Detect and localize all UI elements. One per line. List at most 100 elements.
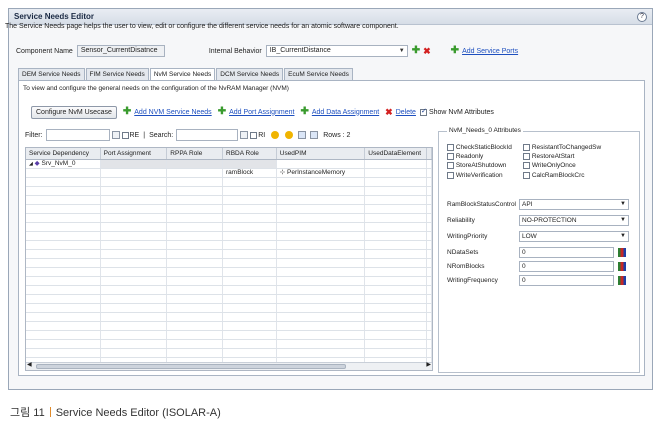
- behavior-value: IB_CurrentDistance: [269, 47, 331, 54]
- nvm-toolbar: Configure NvM Usecase ✚ Add NVM Service …: [31, 105, 494, 119]
- service-dependency-cell: ◢ ◆ Srv_NvM_0: [26, 160, 101, 168]
- empty-row: [26, 259, 432, 268]
- service-tabs: DEM Service Needs FIM Service Needs NvM …: [18, 68, 354, 81]
- filter-input[interactable]: [45, 129, 110, 141]
- attribute-checkboxes: CheckStaticBlockId ResistantToChangedSw …: [447, 144, 637, 179]
- reliability-label: Reliability: [447, 216, 475, 224]
- add-service-ports-link[interactable]: Add Service Ports: [462, 48, 518, 55]
- column-header[interactable]: RBDA Role: [223, 148, 277, 159]
- variable-icon[interactable]: [618, 275, 626, 285]
- scroll-right-icon[interactable]: ▶: [426, 361, 431, 368]
- table-cell: [277, 160, 366, 168]
- empty-row: [26, 331, 432, 340]
- column-header[interactable]: UsedPIM: [277, 148, 366, 159]
- expand-icon[interactable]: [298, 131, 307, 139]
- delete-icon: ✖: [385, 107, 393, 117]
- table-cell: [167, 169, 224, 177]
- re-checkbox[interactable]: [121, 131, 129, 139]
- horizontal-scrollbar[interactable]: ◀ ▶: [26, 362, 432, 370]
- n-data-sets-row: NDataSets 0: [447, 246, 637, 258]
- variable-icon[interactable]: [618, 261, 626, 271]
- tab-ecum[interactable]: EcuM Service Needs: [284, 68, 353, 80]
- attr-readonly[interactable]: Readonly: [447, 153, 523, 160]
- empty-row: [26, 214, 432, 223]
- window-title: Service Needs Editor: [14, 12, 95, 21]
- scroll-left-icon[interactable]: ◀: [27, 361, 32, 368]
- ram-block-status-label: RamBlockStatusControl: [447, 200, 516, 208]
- separator: |: [143, 131, 146, 139]
- attr-check-static-block-id[interactable]: CheckStaticBlockId: [447, 144, 523, 151]
- component-name-field[interactable]: Sensor_CurrentDisatnce: [76, 45, 165, 57]
- arrow-up-icon[interactable]: [271, 131, 280, 139]
- empty-row: [26, 187, 432, 196]
- tab-dcm[interactable]: DCM Service Needs: [216, 68, 284, 80]
- n-rom-blocks-row: NRomBlocks 0: [447, 260, 637, 272]
- help-icon[interactable]: ?: [637, 11, 647, 22]
- empty-row: [26, 322, 432, 331]
- search-label: Search:: [149, 131, 174, 139]
- empty-row: [26, 223, 432, 232]
- search-input[interactable]: [176, 129, 239, 141]
- table-cell: [26, 169, 101, 177]
- reliability-select[interactable]: NO-PROTECTION ▼: [519, 214, 629, 226]
- table-row[interactable]: ◢ ◆ Srv_NvM_0: [26, 160, 432, 169]
- writing-priority-label: WritingPriority: [447, 232, 488, 240]
- ram-block-status-select[interactable]: API ▼: [519, 198, 629, 210]
- add-port-icon: ✚: [217, 106, 227, 117]
- rows-count: Rows : 2: [323, 131, 351, 139]
- attr-write-only-once[interactable]: WriteOnlyOnce: [523, 162, 623, 170]
- attributes-title: NvM_Needs_0 Attributes: [447, 127, 523, 134]
- delete-behavior-icon[interactable]: ✖: [423, 46, 431, 56]
- ri-label: RI: [258, 131, 266, 139]
- behavior-label: Internal Behavior: [208, 47, 262, 55]
- writing-priority-select[interactable]: LOW ▼: [519, 230, 629, 242]
- table-cell: [167, 160, 224, 168]
- collapse-icon[interactable]: [310, 131, 319, 139]
- n-rom-blocks-label: NRomBlocks: [447, 262, 485, 270]
- ri-checkbox[interactable]: [250, 131, 258, 139]
- behavior-select[interactable]: IB_CurrentDistance ▼: [265, 45, 408, 57]
- empty-row: [26, 295, 432, 304]
- writing-priority-row: WritingPriority LOW ▼: [447, 230, 637, 242]
- writing-frequency-label: WritingFrequency: [447, 276, 498, 284]
- show-attributes-checkbox[interactable]: [419, 107, 427, 116]
- tab-fim[interactable]: FIM Service Needs: [85, 68, 149, 80]
- delete-link[interactable]: Delete: [396, 109, 416, 116]
- attributes-group: NvM_Needs_0 Attributes CheckStaticBlockI…: [438, 127, 640, 373]
- writing-frequency-row: WritingFrequency 0: [447, 274, 637, 286]
- configure-nvm-button[interactable]: Configure NvM Usecase: [31, 105, 117, 119]
- column-header[interactable]: Service Dependency: [26, 148, 101, 159]
- table-cell: [365, 169, 427, 177]
- attr-write-verification[interactable]: WriteVerification: [447, 171, 523, 179]
- caption-text: Service Needs Editor (ISOLAR-A): [55, 407, 221, 419]
- variable-icon[interactable]: [618, 247, 626, 257]
- service-dependency-name: Srv_NvM_0: [41, 160, 76, 167]
- attr-calc-ram-block-crc[interactable]: CalcRamBlockCrc: [523, 171, 623, 179]
- scroll-thumb[interactable]: [36, 364, 346, 369]
- component-row: Component Name Sensor_CurrentDisatnce In…: [16, 44, 518, 58]
- column-header[interactable]: RPPA Role: [167, 148, 224, 159]
- add-nvm-needs-link[interactable]: Add NVM Service Needs: [134, 109, 211, 116]
- writing-frequency-input[interactable]: 0: [519, 274, 614, 286]
- add-port-assignment-link[interactable]: Add Port Assignment: [229, 109, 294, 116]
- attr-restore-at-start[interactable]: RestoreAtStart: [523, 153, 623, 160]
- add-behavior-icon[interactable]: ✚: [412, 46, 420, 56]
- add-data-assignment-link[interactable]: Add Data Assignment: [312, 109, 379, 116]
- attr-resistant-to-changed-sw[interactable]: ResistantToChangedSw: [523, 144, 623, 151]
- attr-store-at-shutdown[interactable]: StoreAtShutdown: [447, 162, 523, 170]
- empty-row: [26, 178, 432, 187]
- filter-label: Filter:: [25, 131, 43, 139]
- table-row[interactable]: ramBlock ⊹ PerInstanceMemory: [26, 169, 432, 178]
- search-toggle-icon[interactable]: [240, 131, 249, 139]
- column-header[interactable]: Port Assignment: [101, 148, 168, 159]
- empty-row: [26, 313, 432, 322]
- arrow-down-icon[interactable]: [285, 131, 294, 139]
- n-data-sets-input[interactable]: 0: [519, 246, 614, 258]
- tab-dem[interactable]: DEM Service Needs: [18, 68, 85, 80]
- add-ports-icon: ✚: [450, 45, 460, 56]
- caption-divider: [49, 407, 51, 417]
- column-header[interactable]: UsedDataElement: [365, 148, 427, 159]
- filter-toggle-icon[interactable]: [111, 131, 120, 139]
- table-cell: [100, 160, 168, 168]
- n-rom-blocks-input[interactable]: 0: [519, 260, 614, 272]
